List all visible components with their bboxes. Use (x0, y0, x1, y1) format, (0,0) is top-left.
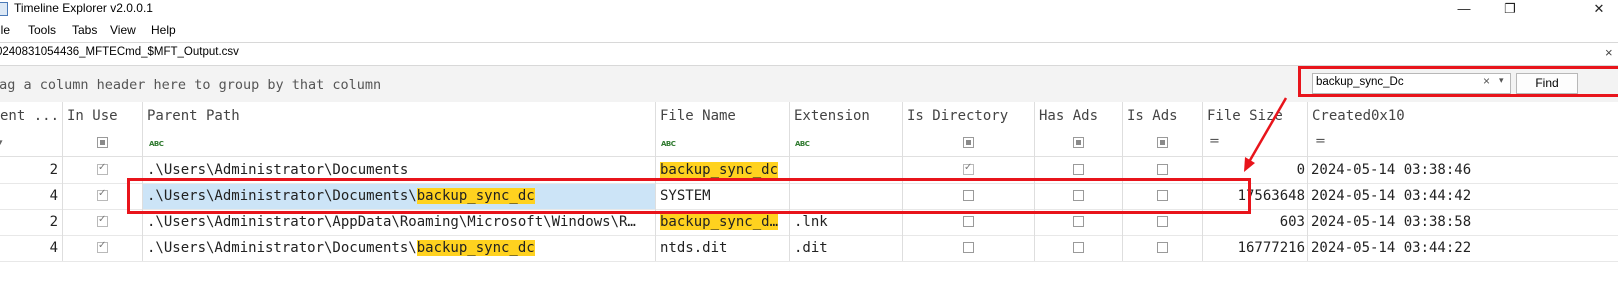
annotation-arrow (1244, 97, 1288, 172)
